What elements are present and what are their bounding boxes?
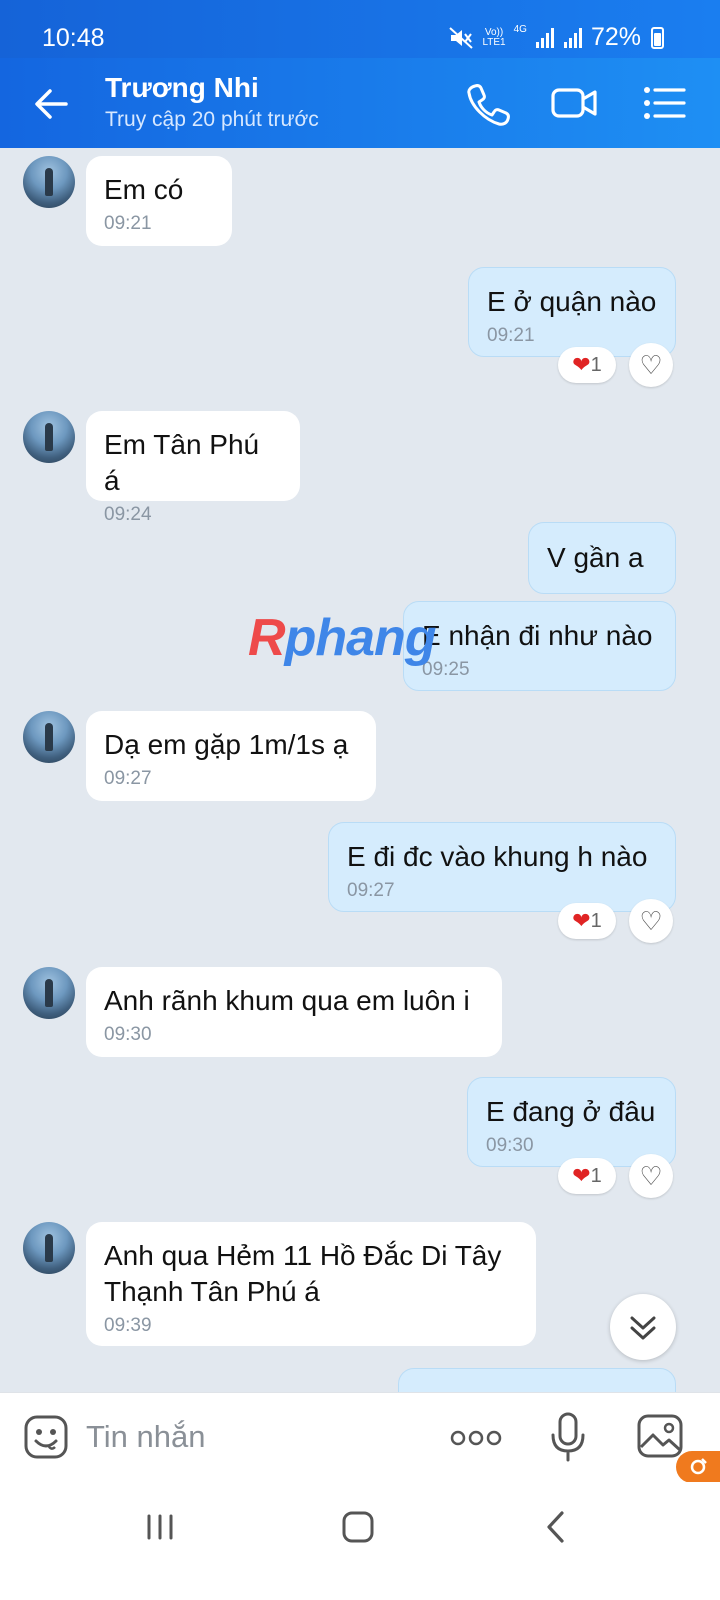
message-bubble-incoming[interactable]: Em Tân Phú á 09:24 <box>86 411 300 525</box>
heart-outline-icon: ♡ <box>639 349 663 380</box>
microphone-icon[interactable] <box>548 1411 588 1463</box>
heart-outline-icon: ♡ <box>639 905 663 936</box>
message-bubble-outgoing[interactable]: V gần a <box>528 522 676 594</box>
contact-avatar[interactable] <box>23 156 75 208</box>
system-back-icon[interactable] <box>540 1508 574 1546</box>
status-time: 10:48 <box>42 24 105 52</box>
message-bubble-outgoing[interactable]: E nhận đi như nào 09:25 <box>403 601 676 691</box>
message-text: Anh rãnh khum qua em luôn i <box>104 985 470 1016</box>
message-time: 09:27 <box>347 880 395 901</box>
message-time: 09:30 <box>104 1024 152 1045</box>
signal-icon <box>535 27 554 48</box>
message-text: E nhận đi như nào <box>422 620 653 651</box>
more-options-icon[interactable] <box>450 1423 502 1453</box>
sticker-icon[interactable] <box>22 1413 70 1461</box>
message-list[interactable]: Em có 09:21 E ở quận nào 09:21 ❤ 1 ♡ Em … <box>0 148 720 1418</box>
last-seen-status: Truy cập 20 phút trước <box>105 108 319 131</box>
heart-outline-icon: ♡ <box>639 1160 663 1191</box>
react-heart-button[interactable]: ♡ <box>629 899 673 943</box>
message-time: 09:27 <box>104 768 152 789</box>
status-icons: Vo)) LTE1 4G 72% <box>448 23 664 52</box>
react-heart-button[interactable]: ♡ <box>629 1154 673 1198</box>
contact-avatar[interactable] <box>23 711 75 763</box>
message-text: Em Tân Phú á <box>104 429 260 496</box>
message-time: 09:25 <box>422 659 470 680</box>
floating-action-badge[interactable] <box>676 1451 720 1483</box>
message-bubble-outgoing[interactable]: E đi đc vào khung h nào 09:27 <box>328 822 676 912</box>
message-bubble-incoming[interactable]: Anh qua Hẻm 11 Hồ Đắc Di Tây Thạnh Tân P… <box>86 1222 536 1346</box>
net-top-label: Vo)) <box>484 26 504 38</box>
scroll-to-bottom-button[interactable] <box>610 1294 676 1360</box>
watermark-logo: Rphang <box>248 608 437 668</box>
reaction-badge[interactable]: ❤ 1 <box>558 347 616 383</box>
message-time: 09:24 <box>104 504 152 525</box>
message-bubble-outgoing[interactable]: E đang ở đâu 09:30 <box>467 1077 676 1167</box>
message-time: 09:39 <box>104 1315 152 1336</box>
contact-name[interactable]: Trương Nhi <box>105 72 259 104</box>
react-heart-button[interactable]: ♡ <box>629 343 673 387</box>
back-arrow-icon[interactable] <box>30 82 74 126</box>
heart-filled-icon: ❤ <box>572 1163 591 1188</box>
reaction-badge[interactable]: ❤ 1 <box>558 903 616 939</box>
reaction-count: 1 <box>590 353 602 376</box>
message-time: 09:21 <box>487 325 535 346</box>
message-text: Dạ em gặp 1m/1s ạ <box>104 729 349 760</box>
net-type-label: 4G <box>513 24 527 35</box>
message-text-line2: Thạnh Tân Phú á <box>104 1276 320 1307</box>
message-time: 09:21 <box>104 213 152 234</box>
battery-percent: 72% <box>590 23 641 51</box>
message-input-bar: Tin nhắn <box>0 1392 720 1483</box>
link-icon <box>690 1458 707 1475</box>
double-chevron-down-icon <box>630 1316 656 1340</box>
message-text-line1: Anh qua Hẻm 11 Hồ Đắc Di Tây <box>104 1240 502 1271</box>
message-text: E đang ở đâu <box>486 1096 656 1127</box>
message-text: E ở quận nào <box>487 286 657 317</box>
message-input[interactable]: Tin nhắn <box>86 1419 206 1455</box>
battery-icon <box>651 26 664 49</box>
contact-avatar[interactable] <box>23 1222 75 1274</box>
message-text: E đi đc vào khung h nào <box>347 841 648 872</box>
system-nav-bar <box>0 1482 720 1600</box>
reaction-count: 1 <box>590 1164 602 1187</box>
reaction-count: 1 <box>590 909 602 932</box>
watermark-text: Rphang <box>248 609 437 667</box>
home-icon[interactable] <box>339 1508 377 1546</box>
message-bubble-incoming[interactable]: Dạ em gặp 1m/1s ạ 09:27 <box>86 711 376 801</box>
signal-icon-2 <box>563 27 582 48</box>
menu-icon[interactable] <box>640 78 690 128</box>
message-bubble-incoming[interactable]: Anh rãnh khum qua em luôn i 09:30 <box>86 967 502 1057</box>
message-time: 09:30 <box>486 1135 534 1156</box>
reaction-badge[interactable]: ❤ 1 <box>558 1158 616 1194</box>
chat-header: Trương Nhi Truy cập 20 phút trước <box>0 58 720 148</box>
heart-filled-icon: ❤ <box>572 908 591 933</box>
phone-icon[interactable] <box>463 78 513 128</box>
recent-apps-icon[interactable] <box>143 1510 177 1544</box>
mute-icon <box>449 26 474 49</box>
message-text: Em có <box>104 174 184 205</box>
status-bar: 10:48 Vo)) LTE1 4G 72% <box>0 0 720 58</box>
contact-avatar[interactable] <box>23 411 75 463</box>
network-label: Vo)) LTE1 <box>482 26 506 48</box>
video-call-icon[interactable] <box>549 78 599 128</box>
message-text: V gần a <box>547 542 644 573</box>
message-bubble-incoming[interactable]: Em có 09:21 <box>86 156 232 246</box>
net-bottom-label: LTE1 <box>482 36 506 48</box>
contact-avatar[interactable] <box>23 967 75 1019</box>
heart-filled-icon: ❤ <box>572 352 591 377</box>
image-gallery-icon[interactable] <box>636 1413 684 1459</box>
